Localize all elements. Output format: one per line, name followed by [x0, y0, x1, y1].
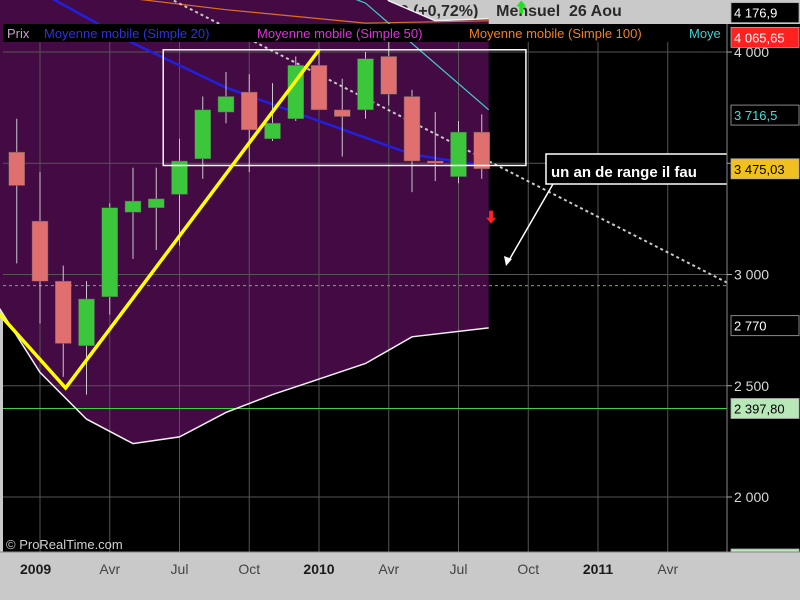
- legend-item[interactable]: Moyenne mobile (Simple 100): [469, 26, 642, 41]
- x-axis-tick-label: Avr: [99, 561, 120, 577]
- legend-item[interactable]: Moye: [689, 26, 721, 41]
- x-axis-tick-label: Avr: [657, 561, 678, 577]
- x-axis-tick-label: Oct: [517, 561, 539, 577]
- price-badge-label: 4 065,65: [734, 30, 785, 45]
- candle-body[interactable]: [55, 280, 72, 344]
- price-badge-label: 2 770: [734, 319, 767, 334]
- price-badge-label: 3 475,03: [734, 162, 785, 177]
- arrow-up-icon: [516, 0, 527, 14]
- candle-body[interactable]: [380, 56, 397, 95]
- y-axis-tick-label: 2 500: [734, 378, 769, 394]
- price-badge-label: 3 716,5: [734, 108, 777, 123]
- x-axis-tick-label: 2009: [20, 561, 51, 577]
- x-axis-tick-label: Oct: [238, 561, 260, 577]
- legend-item[interactable]: Moyenne mobile (Simple 20): [44, 26, 209, 41]
- legend-item[interactable]: Moyenne mobile (Simple 50): [257, 26, 422, 41]
- candle-body[interactable]: [264, 122, 281, 140]
- candle-body[interactable]: [194, 109, 211, 160]
- candle-body[interactable]: [241, 91, 258, 131]
- y-axis-tick-label: 3 000: [734, 267, 769, 283]
- price-badge-label: 2 397,80: [734, 401, 785, 416]
- y-axis-tick-label: 2 000: [734, 489, 769, 505]
- candle-body[interactable]: [101, 207, 118, 297]
- y-axis-panel: [727, 24, 800, 552]
- candle-body[interactable]: [124, 200, 142, 213]
- x-axis-tick-label: 2011: [583, 561, 614, 577]
- x-axis-tick-label: Jul: [171, 561, 189, 577]
- candle-body[interactable]: [473, 131, 490, 170]
- candle-body[interactable]: [357, 58, 374, 111]
- price-badge-label: 4 176,9: [734, 6, 777, 21]
- candle-body[interactable]: [148, 198, 165, 209]
- x-axis-tick-label: Avr: [378, 561, 399, 577]
- x-axis-tick-label: Jul: [450, 561, 468, 577]
- chart-window: PXI - CAC 40 INDEX 3 475,03 (+0,72%) Men…: [0, 0, 800, 600]
- x-axis-tick-label: 2010: [303, 561, 334, 577]
- annotation-text: un an de range il fau: [551, 164, 697, 181]
- candle-body[interactable]: [31, 220, 49, 282]
- candle-body[interactable]: [334, 109, 351, 117]
- candle-body[interactable]: [78, 298, 95, 346]
- candle-body[interactable]: [217, 96, 235, 113]
- candle-body[interactable]: [450, 131, 467, 177]
- price-chart[interactable]: un an de range il fau Prix Moyenne mobile …: [0, 0, 800, 600]
- candle-body[interactable]: [310, 65, 328, 111]
- candle-body[interactable]: [8, 151, 25, 186]
- candle-body[interactable]: [427, 160, 444, 164]
- watermark-text: © ProRealTime.com: [6, 537, 123, 552]
- legend-item[interactable]: Prix: [7, 26, 30, 41]
- candle-body[interactable]: [403, 96, 421, 162]
